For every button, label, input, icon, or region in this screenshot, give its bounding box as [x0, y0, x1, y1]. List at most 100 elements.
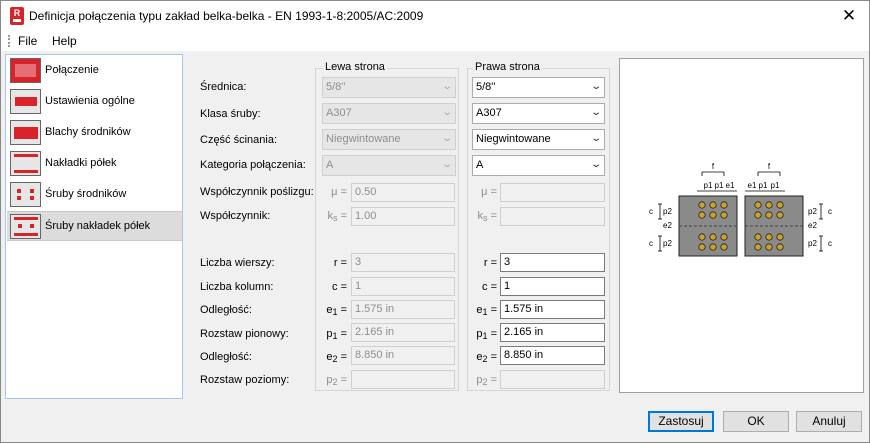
- chevron-down-icon: ⌄: [440, 81, 453, 92]
- shear-part-label: Część ścinania:: [200, 134, 278, 146]
- chevron-down-icon: ⌄: [589, 107, 602, 118]
- sidebar-item-label: Nakładki półek: [45, 157, 117, 169]
- sidebar-item-label: Blachy środników: [45, 126, 131, 138]
- dim-label: e1: [726, 181, 735, 190]
- right-category-select[interactable]: A ⌄: [472, 155, 605, 176]
- dim-label: e2: [663, 221, 672, 230]
- dim-label: e1: [748, 181, 757, 190]
- sidebar-item-flange-bolts[interactable]: Śruby nakładek półek: [7, 211, 182, 241]
- web-plates-icon: [10, 120, 41, 145]
- dim-label: p1: [771, 181, 780, 190]
- bolt-layout-diagram: f f p1 p1 e1 e1 p1 p1 c p2 e2 c p2 p2 c: [649, 162, 832, 257]
- sidebar-item-general-settings[interactable]: Ustawienia ogólne: [7, 87, 182, 117]
- dim-label: c: [828, 207, 832, 216]
- diameter-label: Średnica:: [200, 81, 247, 93]
- right-side-title: Prawa strona: [473, 61, 542, 73]
- connection-icon: [10, 58, 41, 83]
- sidebar-item-label: Ustawienia ogólne: [45, 95, 135, 107]
- left-e1-symbol: e1 =: [326, 304, 347, 317]
- right-e2-symbol: e2 =: [476, 351, 497, 364]
- menu-grip-icon: [8, 35, 10, 47]
- right-bolt-class-select[interactable]: A307 ⌄: [472, 103, 605, 124]
- chevron-down-icon: ⌄: [589, 81, 602, 92]
- window-title: Definicja połączenia typu zakład belka-b…: [29, 9, 424, 23]
- left-vertical-spacing-field[interactable]: 2.165 in: [351, 323, 455, 342]
- right-diameter-select[interactable]: 5/8'' ⌄: [472, 77, 605, 98]
- sidebar-item-connection[interactable]: Połączenie: [7, 56, 182, 86]
- left-factor-field[interactable]: 1.00: [351, 207, 455, 226]
- right-slip-factor-field[interactable]: [500, 183, 605, 202]
- right-rows-field[interactable]: 3: [500, 253, 605, 272]
- left-category-select[interactable]: A ⌄: [322, 155, 456, 176]
- dim-label: e2: [808, 221, 817, 230]
- apply-button[interactable]: Zastosuj: [648, 411, 714, 432]
- dim-label: c: [649, 239, 653, 248]
- right-horizontal-spacing-field[interactable]: [500, 370, 605, 389]
- right-c-symbol: c =: [482, 281, 497, 293]
- left-mu-symbol: μ =: [331, 186, 347, 198]
- dim-label: p2: [808, 239, 817, 248]
- dim-label: p1: [715, 181, 724, 190]
- dim-label: p2: [808, 207, 817, 216]
- chevron-down-icon: ⌄: [589, 159, 602, 170]
- sidebar-item-web-bolts[interactable]: Śruby środników: [7, 180, 182, 210]
- chevron-down-icon: ⌄: [440, 159, 453, 170]
- right-e1-symbol: e1 =: [476, 304, 497, 317]
- left-p1-symbol: p1 =: [326, 328, 347, 341]
- left-ks-symbol: ks =: [327, 210, 347, 223]
- bolt-class-label: Klasa śruby:: [200, 108, 261, 120]
- sidebar-item-web-plates[interactable]: Blachy środników: [7, 118, 182, 148]
- right-shear-part-select[interactable]: Niegwintowane ⌄: [472, 129, 605, 150]
- left-shear-part-select[interactable]: Niegwintowane ⌄: [322, 129, 456, 150]
- left-r-symbol: r =: [333, 257, 347, 269]
- right-distance2-field[interactable]: 8.850 in: [500, 346, 605, 365]
- left-distance2-field[interactable]: 8.850 in: [351, 346, 455, 365]
- left-distance1-field[interactable]: 1.575 in: [351, 300, 455, 319]
- dim-label: p1: [704, 181, 713, 190]
- ok-button[interactable]: OK: [723, 411, 789, 432]
- left-c-symbol: c =: [332, 281, 347, 293]
- connection-preview: f f p1 p1 e1 e1 p1 p1 c p2 e2 c p2 p2 c: [619, 58, 864, 393]
- cancel-button[interactable]: Anuluj: [796, 411, 862, 432]
- left-columns-field[interactable]: 1: [351, 277, 455, 296]
- columns-label: Liczba kolumn:: [200, 281, 274, 293]
- menu-help[interactable]: Help: [52, 34, 77, 48]
- left-side-title: Lewa strona: [323, 61, 387, 73]
- sidebar-item-label: Śruby środników: [45, 188, 127, 200]
- web-bolts-icon: [10, 182, 41, 207]
- dialog-window: R Definicja połączenia typu zakład belka…: [0, 0, 870, 443]
- menu-file[interactable]: File: [18, 34, 37, 48]
- right-vertical-spacing-field[interactable]: 2.165 in: [500, 323, 605, 342]
- chevron-down-icon: ⌄: [589, 133, 602, 144]
- left-rows-field[interactable]: 3: [351, 253, 455, 272]
- title-bar: R Definicja połączenia typu zakład belka…: [1, 1, 869, 31]
- right-columns-field[interactable]: 1: [500, 277, 605, 296]
- left-p2-symbol: p2 =: [326, 374, 347, 387]
- right-mu-symbol: μ =: [481, 186, 497, 198]
- distance1-label: Odległość:: [200, 304, 252, 316]
- vertical-spacing-label: Rozstaw pionowy:: [200, 328, 289, 340]
- right-distance1-field[interactable]: 1.575 in: [500, 300, 605, 319]
- app-icon: R: [10, 7, 24, 25]
- left-diameter-select[interactable]: 5/8'' ⌄: [322, 77, 456, 98]
- left-horizontal-spacing-field[interactable]: [351, 370, 455, 389]
- menu-bar: File Help: [1, 31, 869, 51]
- rows-label: Liczba wierszy:: [200, 257, 275, 269]
- sidebar-item-flange-plates[interactable]: Nakładki półek: [7, 149, 182, 179]
- left-e2-symbol: e2 =: [326, 351, 347, 364]
- dim-label: c: [649, 207, 653, 216]
- right-factor-field[interactable]: [500, 207, 605, 226]
- dim-label: f: [712, 162, 715, 171]
- right-ks-symbol: ks =: [477, 210, 497, 223]
- left-bolt-class-select[interactable]: A307 ⌄: [322, 103, 456, 124]
- left-slip-factor-field[interactable]: 0.50: [351, 183, 455, 202]
- left-plate: [678, 195, 738, 257]
- close-button[interactable]: ✕: [829, 1, 869, 31]
- sidebar: Połączenie Ustawienia ogólne Blachy środ…: [5, 54, 183, 399]
- slip-factor-label: Współczynnik poślizgu:: [200, 186, 314, 198]
- dim-label: p1: [759, 181, 768, 190]
- factor-label: Współczynnik:: [200, 210, 271, 222]
- flange-bolts-icon: [10, 214, 41, 239]
- sidebar-item-label: Śruby nakładek półek: [45, 220, 151, 232]
- right-p1-symbol: p1 =: [476, 328, 497, 341]
